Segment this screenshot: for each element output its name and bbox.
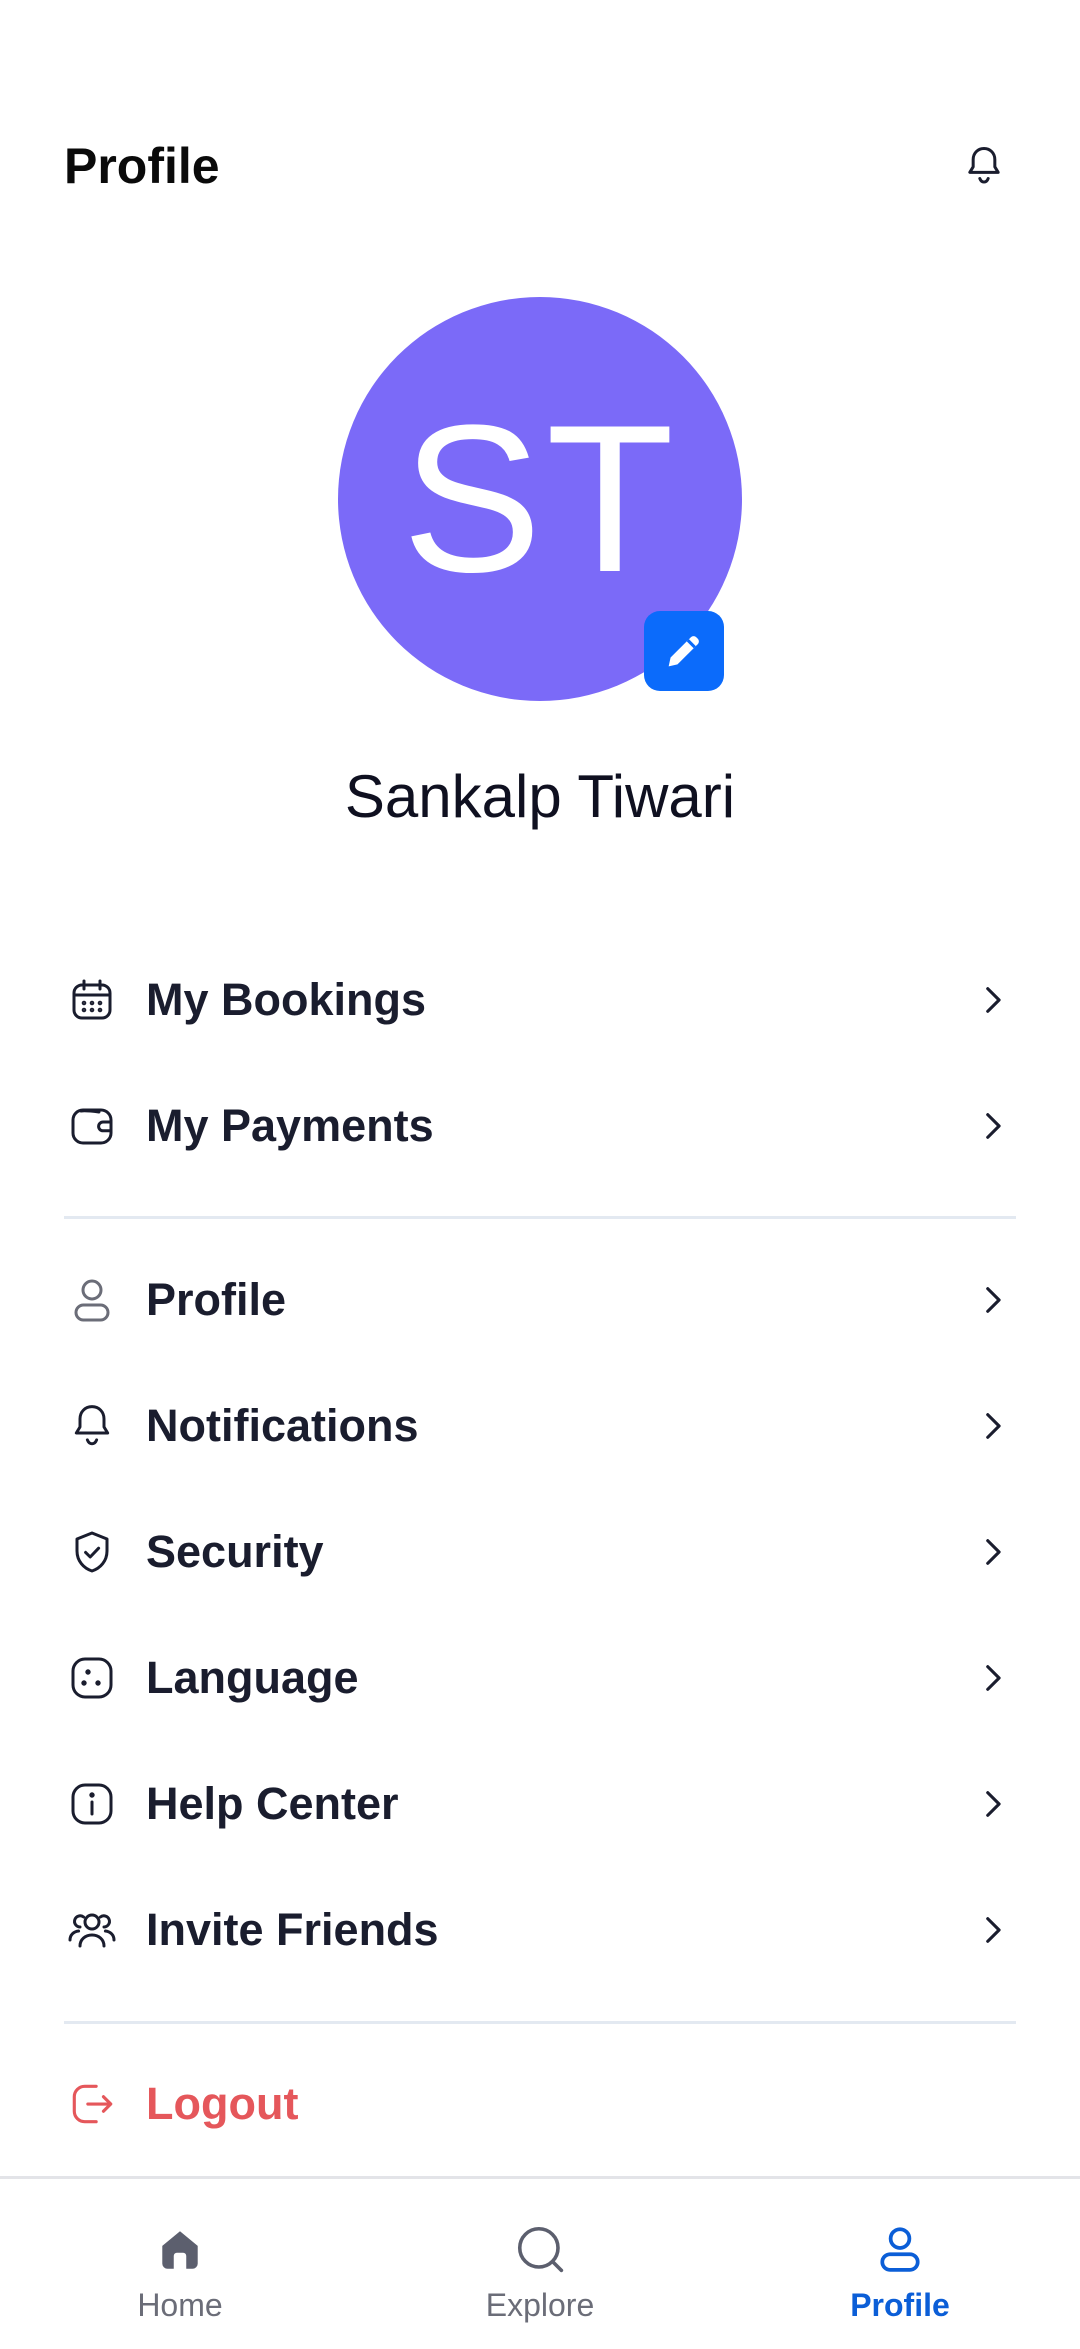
logout-label: Logout xyxy=(146,2078,299,2129)
menu-label: Profile xyxy=(146,1274,287,1325)
menu-item-my-payments[interactable]: My Payments xyxy=(64,1063,1016,1189)
menu-label: Invite Friends xyxy=(146,1904,439,1955)
page-title: Profile xyxy=(64,138,220,194)
menu-group-bookings: My Bookings My Payments xyxy=(64,937,1016,1189)
bottom-nav: Home Explore Profile xyxy=(0,2176,1080,2349)
menu-item-invite-friends[interactable]: Invite Friends xyxy=(64,1867,1016,1993)
menu-label: Help Center xyxy=(146,1778,399,1829)
menu-group-settings: Profile Notifications Security Language … xyxy=(64,1237,1016,1993)
bell-icon xyxy=(74,1405,110,1446)
edit-avatar-button[interactable] xyxy=(644,611,724,691)
chevron-right-icon xyxy=(986,1917,1001,1943)
avatar-container: ST xyxy=(338,297,742,701)
home-icon xyxy=(162,2231,198,2269)
chevron-right-icon xyxy=(986,1665,1001,1691)
menu-item-language[interactable]: Language xyxy=(64,1615,1016,1741)
language-icon xyxy=(71,1657,113,1699)
nav-item-profile[interactable]: Profile xyxy=(720,2179,1080,2349)
chevron-right-icon xyxy=(986,1413,1001,1439)
chevron-right-icon xyxy=(986,1287,1001,1313)
header: Profile xyxy=(64,128,1016,204)
nav-label: Home xyxy=(137,2287,223,2323)
logout-icon xyxy=(72,2084,113,2124)
menu-label: Security xyxy=(146,1526,324,1577)
user-icon xyxy=(74,1279,110,1322)
nav-item-explore[interactable]: Explore xyxy=(360,2179,720,2349)
notifications-button[interactable] xyxy=(952,134,1016,198)
chevron-right-icon xyxy=(986,1113,1001,1139)
menu-label: My Bookings xyxy=(146,974,427,1025)
menu-label: My Payments xyxy=(146,1100,434,1151)
calendar-icon xyxy=(72,979,112,1020)
wallet-icon xyxy=(71,1108,113,1145)
shield-check-icon xyxy=(75,1531,109,1573)
chevron-right-icon xyxy=(986,1539,1001,1565)
divider xyxy=(64,2021,1016,2024)
chevron-right-icon xyxy=(986,987,1001,1013)
menu-item-profile[interactable]: Profile xyxy=(64,1237,1016,1363)
menu-label: Notifications xyxy=(146,1400,419,1451)
pencil-icon xyxy=(668,636,699,667)
nav-label: Explore xyxy=(485,2287,595,2323)
logout-group: Logout xyxy=(64,2041,1016,2167)
nav-item-home[interactable]: Home xyxy=(0,2179,360,2349)
info-icon xyxy=(71,1783,113,1825)
logout-button[interactable]: Logout xyxy=(64,2041,1016,2167)
menu-item-security[interactable]: Security xyxy=(64,1489,1016,1615)
search-icon xyxy=(517,2226,564,2273)
chevron-right-icon xyxy=(986,1791,1001,1817)
user-icon xyxy=(880,2227,920,2272)
users-icon xyxy=(68,1913,116,1948)
menu-label: Language xyxy=(146,1652,359,1703)
avatar-initials: ST xyxy=(401,381,679,616)
user-name: Sankalp Tiwari xyxy=(344,763,736,830)
nav-label: Profile xyxy=(850,2287,950,2323)
menu-item-help-center[interactable]: Help Center xyxy=(64,1741,1016,1867)
profile-screen: Profile ST Sankalp Tiwari My Bookings My… xyxy=(0,0,1080,2349)
menu-item-my-bookings[interactable]: My Bookings xyxy=(64,937,1016,1063)
divider xyxy=(64,1216,1016,1219)
menu-item-notifications[interactable]: Notifications xyxy=(64,1363,1016,1489)
bell-icon xyxy=(968,147,1000,184)
